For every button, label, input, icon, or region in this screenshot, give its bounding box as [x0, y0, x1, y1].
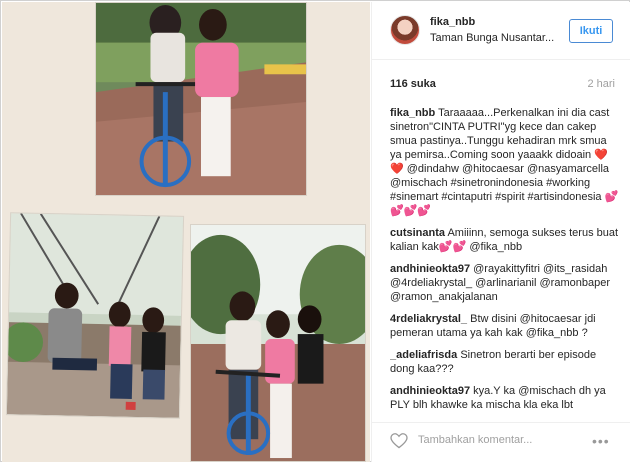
heart-icon[interactable] [390, 433, 408, 449]
post-media[interactable] [2, 2, 370, 462]
photo-garden-group [5, 212, 185, 419]
comment-item: _adeliafrisda Sinetron berarti ber episo… [390, 348, 620, 376]
add-comment-input[interactable]: Tambahkan komentar... [418, 434, 532, 446]
avatar[interactable] [390, 15, 420, 45]
comment-item: andhinieokta97 kya.Y ka @mischach dh ya … [390, 384, 620, 408]
post-window: fika_nbb Taman Bunga Nusantar... Ikuti 1… [0, 0, 630, 462]
comment-mentions[interactable]: @fika_nbb [469, 241, 522, 253]
post-username[interactable]: fika_nbb [430, 16, 475, 28]
comment-list[interactable]: fika_nbb Taraaaaa...Perkenalkan ini dia … [390, 106, 620, 408]
photo-bicycle-couple [95, 2, 307, 196]
comment-text: kya.Y ka [470, 385, 519, 397]
follow-button[interactable]: Ikuti [569, 19, 613, 43]
comment-item: fika_nbb Taraaaaa...Perkenalkan ini dia … [390, 106, 620, 218]
post-stats: 116 suka 2 hari [390, 78, 615, 94]
comment-text: ? [578, 327, 588, 339]
likes-count[interactable]: 116 suka [390, 78, 436, 90]
comment-mentions[interactable]: @hitocaesar [520, 313, 582, 325]
comment-username[interactable]: fika_nbb [390, 107, 435, 119]
comment-username[interactable]: 4rdeliakrystal_ [390, 313, 467, 325]
comment-item: cutsinanta Amiiinn, semoga sukses terus … [390, 226, 620, 254]
more-options-icon[interactable]: ••• [592, 433, 610, 449]
comment-username[interactable]: _adeliafrisda [390, 349, 457, 361]
post-location[interactable]: Taman Bunga Nusantar... [430, 32, 554, 44]
comment-mentions[interactable]: @mischach [518, 385, 576, 397]
post-footer: Tambahkan komentar... ••• [372, 422, 630, 462]
post-side-panel: fika_nbb Taman Bunga Nusantar... Ikuti 1… [371, 2, 630, 462]
comment-item: 4rdeliakrystal_ Btw disini @hitocaesar j… [390, 312, 620, 340]
time-ago: 2 hari [587, 78, 615, 90]
comment-mentions[interactable]: @fika_nbb [526, 327, 579, 339]
comment-username[interactable]: andhinieokta97 [390, 385, 470, 397]
comment-username[interactable]: cutsinanta [390, 227, 445, 239]
comment-mentions[interactable]: @dindahw @hitocaesar @nasyamarcella @mis… [390, 163, 618, 217]
post-header: fika_nbb Taman Bunga Nusantar... Ikuti [372, 2, 630, 60]
comment-item: andhinieokta97 @rayakittyfitri @its_rasi… [390, 262, 620, 304]
comment-username[interactable]: andhinieokta97 [390, 263, 470, 275]
comment-text: Btw disini [467, 313, 520, 325]
photo-bicycle-trio [190, 224, 366, 462]
